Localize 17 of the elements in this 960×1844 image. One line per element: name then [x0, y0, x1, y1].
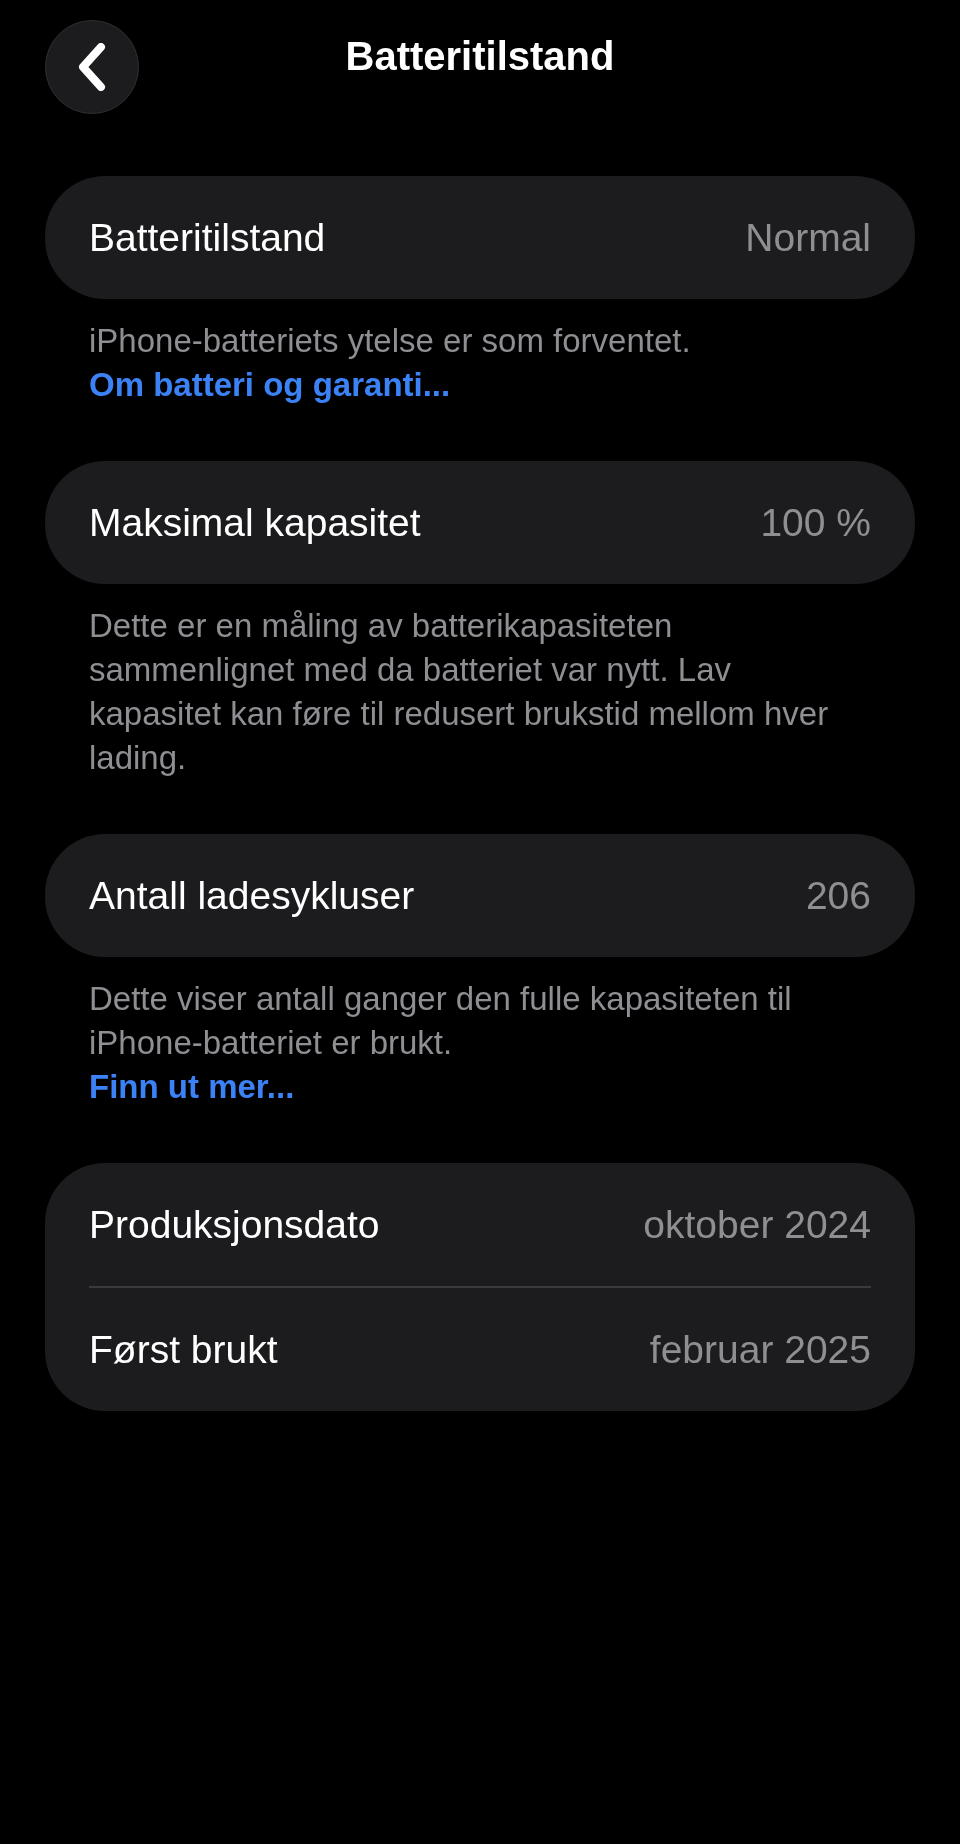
footer-link[interactable]: Om batteri og garanti... — [89, 363, 451, 407]
row-value: 100 % — [760, 500, 871, 545]
row-label: Først brukt — [89, 1327, 278, 1372]
page-title: Batteritilstand — [345, 33, 615, 79]
row-value: 206 — [805, 873, 871, 918]
row-label: Maksimal kapasitet — [89, 500, 421, 545]
row-value: februar 2025 — [649, 1327, 871, 1372]
row-label: Produksjonsdato — [89, 1202, 380, 1247]
row-value: oktober 2024 — [643, 1202, 871, 1247]
row-value: Normal — [745, 215, 871, 260]
footer-text: Dette er en måling av batterikapasiteten sammenlignet med da batteriet var nytt. Lav kapasitet kan føre til redusert brukstid mellom hver lading. — [89, 606, 830, 778]
row-label: Antall ladesykluser — [89, 873, 415, 918]
footer-text: iPhone-batteriets ytelse er som forventet. — [89, 321, 692, 361]
back-chevron-icon — [77, 43, 107, 91]
footer-link[interactable]: Finn ut mer... — [89, 1065, 295, 1109]
footer-text: Dette viser antall ganger den fulle kapasiteten til iPhone-batteriet er brukt. — [89, 979, 793, 1063]
row-label: Batteritilstand — [89, 215, 326, 260]
